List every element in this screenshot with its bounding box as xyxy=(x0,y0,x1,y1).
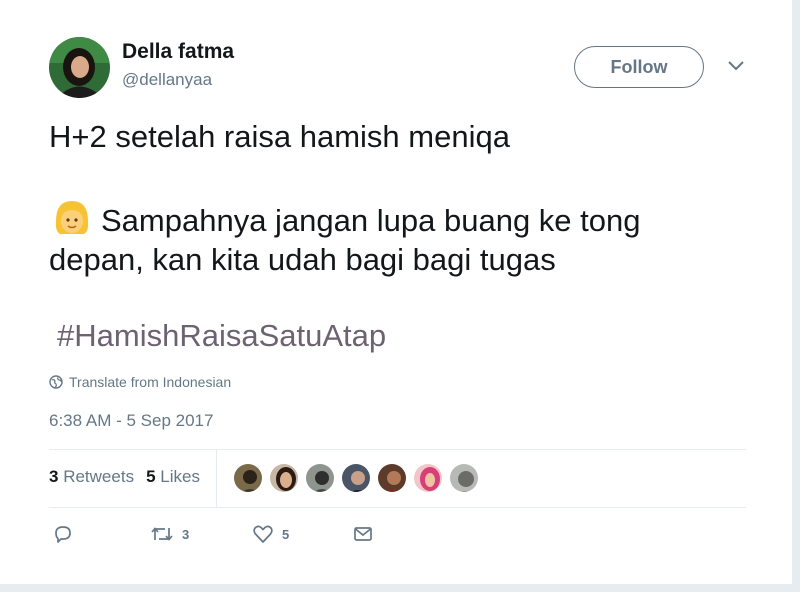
like-button[interactable]: 5 xyxy=(252,523,289,545)
person-blond-hair-emoji xyxy=(55,201,89,234)
envelope-icon xyxy=(354,527,372,541)
tweet-actions: 3 5 xyxy=(0,523,800,549)
liker-avatar[interactable] xyxy=(376,462,408,494)
translate-link[interactable]: Translate from Indonesian xyxy=(49,374,231,390)
retweet-icon xyxy=(151,527,173,541)
author-avatar[interactable] xyxy=(49,37,110,98)
follow-button[interactable]: Follow xyxy=(574,46,704,88)
globe-icon xyxy=(49,375,63,389)
heart-icon xyxy=(253,525,273,543)
tweet-text-line-2: Sampahnya jangan lupa buang ke tong xyxy=(51,197,641,240)
retweets-label: Retweets xyxy=(63,467,135,486)
hashtag-link[interactable]: #HamishRaisaSatuAtap xyxy=(57,318,386,354)
liker-avatar[interactable] xyxy=(304,462,336,494)
retweet-button[interactable]: 3 xyxy=(150,523,189,545)
liker-avatar[interactable] xyxy=(232,462,264,494)
stats-divider xyxy=(216,449,217,507)
liker-avatar[interactable] xyxy=(448,462,480,494)
divider xyxy=(49,507,746,508)
author-name[interactable]: Della fatma xyxy=(122,40,234,64)
liker-avatar[interactable] xyxy=(340,462,372,494)
tweet-text-line-3: depan, kan kita udah bagi bagi tugas xyxy=(49,242,556,277)
tweet-text-line-2-text: Sampahnya jangan lupa buang ke tong xyxy=(101,203,641,238)
tweet-timestamp[interactable]: 6:38 AM - 5 Sep 2017 xyxy=(49,411,213,431)
divider xyxy=(49,449,746,450)
direct-message-button[interactable] xyxy=(352,523,374,545)
chevron-down-icon[interactable] xyxy=(726,59,746,73)
reply-icon xyxy=(55,526,71,543)
liker-avatar[interactable] xyxy=(412,462,444,494)
retweet-count: 3 xyxy=(182,526,190,542)
likes-label: Likes xyxy=(160,467,200,486)
tweet-stats: 3 Retweets 5 Likes xyxy=(49,467,200,487)
retweets-count: 3 xyxy=(49,467,59,486)
translate-label: Translate from Indonesian xyxy=(69,374,232,390)
like-count: 5 xyxy=(282,526,290,542)
likes-count: 5 xyxy=(146,467,156,486)
bottom-edge xyxy=(0,584,800,592)
scroll-edge xyxy=(792,0,800,592)
liker-avatar[interactable] xyxy=(268,462,300,494)
likes-stat[interactable]: 5 Likes xyxy=(146,467,200,486)
author-handle[interactable]: @dellanyaa xyxy=(122,70,212,90)
reply-button[interactable] xyxy=(52,523,74,545)
retweets-stat[interactable]: 3 Retweets xyxy=(49,467,134,486)
tweet-text-line-1: H+2 setelah raisa hamish meniqa xyxy=(49,119,510,154)
